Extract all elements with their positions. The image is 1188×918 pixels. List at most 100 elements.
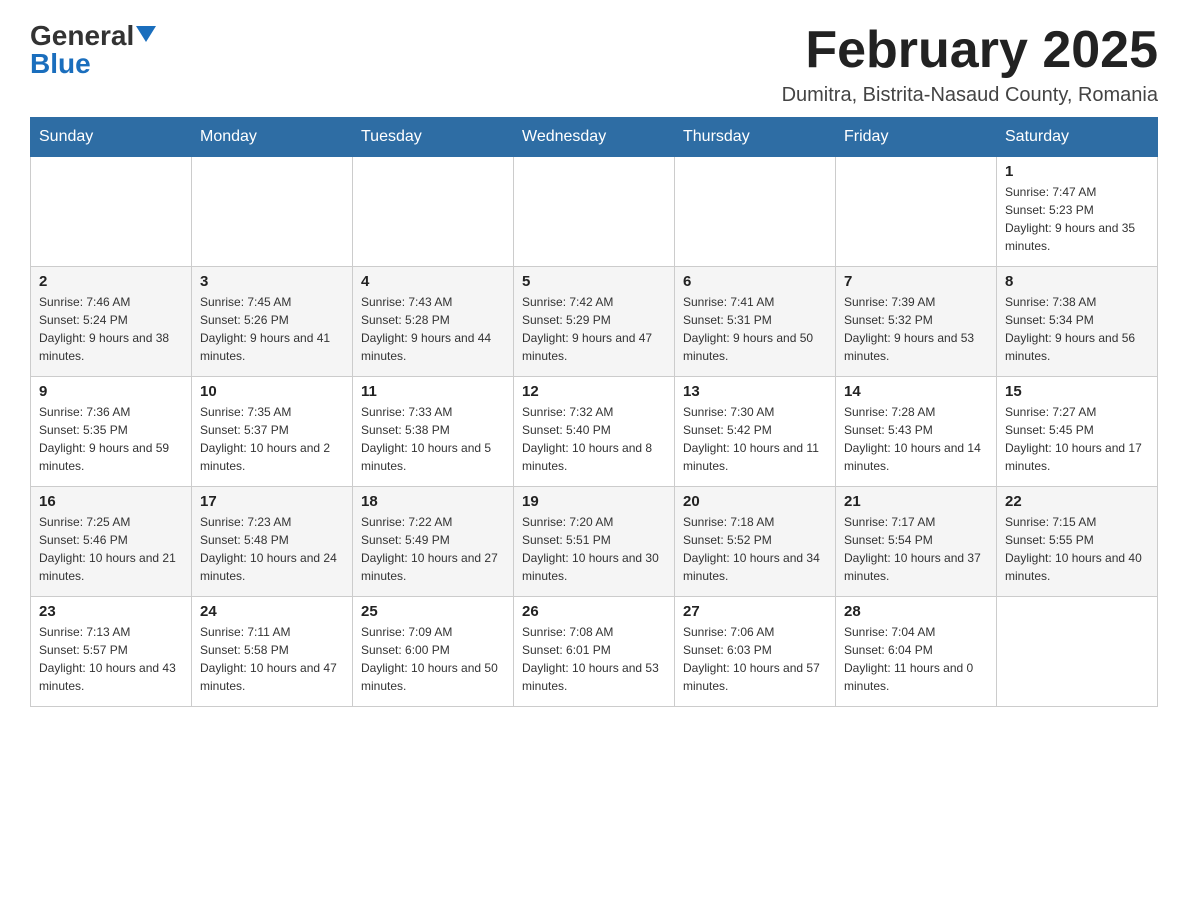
calendar-header-monday: Monday — [192, 118, 353, 157]
day-number: 8 — [1005, 273, 1149, 290]
day-info: Sunrise: 7:32 AM Sunset: 5:40 PM Dayligh… — [522, 403, 666, 475]
day-info: Sunrise: 7:30 AM Sunset: 5:42 PM Dayligh… — [683, 403, 827, 475]
calendar-cell: 16Sunrise: 7:25 AM Sunset: 5:46 PM Dayli… — [31, 487, 192, 597]
calendar-cell: 4 Sunrise: 7:43 AM Sunset: 5:28 PM Daylig… — [353, 267, 514, 377]
day-number: 3 — [200, 273, 344, 290]
day-info: Sunrise: 7:22 AM Sunset: 5:49 PM Dayligh… — [361, 513, 505, 585]
calendar-cell: 3 Sunrise: 7:45 AM Sunset: 5:26 PM Daylig… — [192, 267, 353, 377]
day-info: Sunrise: 7:17 AM Sunset: 5:54 PM Dayligh… — [844, 513, 988, 585]
logo: General Blue — [30, 20, 156, 80]
day-info: Sunrise: 7:42 AM Sunset: 5:29 PM Dayligh… — [522, 293, 666, 365]
day-number: 22 — [1005, 493, 1149, 510]
calendar-week-row: 16Sunrise: 7:25 AM Sunset: 5:46 PM Dayli… — [31, 487, 1158, 597]
day-info: Sunrise: 7:43 AM Sunset: 5:28 PM Dayligh… — [361, 293, 505, 365]
day-number: 26 — [522, 603, 666, 620]
calendar-week-row: 2 Sunrise: 7:46 AM Sunset: 5:24 PM Daylig… — [31, 267, 1158, 377]
calendar-header-sunday: Sunday — [31, 118, 192, 157]
day-number: 10 — [200, 383, 344, 400]
day-number: 6 — [683, 273, 827, 290]
calendar-cell: 25 Sunrise: 7:09 AM Sunset: 6:00 PM Dayli… — [353, 597, 514, 707]
day-info: Sunrise: 7:27 AM Sunset: 5:45 PM Dayligh… — [1005, 403, 1149, 475]
day-number: 20 — [683, 493, 827, 510]
calendar-week-row: 23Sunrise: 7:13 AM Sunset: 5:57 PM Dayli… — [31, 597, 1158, 707]
calendar-cell: 10 Sunrise: 7:35 AM Sunset: 5:37 PM Dayli… — [192, 377, 353, 487]
day-info: Sunrise: 7:06 AM Sunset: 6:03 PM Dayligh… — [683, 623, 827, 695]
day-info: Sunrise: 7:11 AM Sunset: 5:58 PM Dayligh… — [200, 623, 344, 695]
day-number: 12 — [522, 383, 666, 400]
calendar-cell: 26 Sunrise: 7:08 AM Sunset: 6:01 PM Dayli… — [514, 597, 675, 707]
day-info: Sunrise: 7:13 AM Sunset: 5:57 PM Dayligh… — [39, 623, 183, 695]
logo-triangle-icon — [136, 26, 156, 42]
day-info: Sunrise: 7:08 AM Sunset: 6:01 PM Dayligh… — [522, 623, 666, 695]
location-subtitle: Dumitra, Bistrita-Nasaud County, Romania — [782, 84, 1158, 107]
calendar-header-row: SundayMondayTuesdayWednesdayThursdayFrid… — [31, 118, 1158, 157]
calendar-cell: 9Sunrise: 7:36 AM Sunset: 5:35 PM Daylig… — [31, 377, 192, 487]
calendar-cell: 6 Sunrise: 7:41 AM Sunset: 5:31 PM Daylig… — [675, 267, 836, 377]
calendar-cell — [192, 157, 353, 267]
calendar-cell — [514, 157, 675, 267]
day-number: 11 — [361, 383, 505, 400]
day-number: 21 — [844, 493, 988, 510]
day-info: Sunrise: 7:47 AM Sunset: 5:23 PM Dayligh… — [1005, 183, 1149, 255]
calendar-cell: 18 Sunrise: 7:22 AM Sunset: 5:49 PM Dayli… — [353, 487, 514, 597]
calendar-cell — [836, 157, 997, 267]
day-number: 9 — [39, 383, 183, 400]
day-info: Sunrise: 7:35 AM Sunset: 5:37 PM Dayligh… — [200, 403, 344, 475]
day-info: Sunrise: 7:28 AM Sunset: 5:43 PM Dayligh… — [844, 403, 988, 475]
calendar-header-thursday: Thursday — [675, 118, 836, 157]
day-info: Sunrise: 7:09 AM Sunset: 6:00 PM Dayligh… — [361, 623, 505, 695]
day-info: Sunrise: 7:45 AM Sunset: 5:26 PM Dayligh… — [200, 293, 344, 365]
day-number: 24 — [200, 603, 344, 620]
page-header: General Blue February 2025 Dumitra, Bist… — [30, 20, 1158, 107]
calendar-cell — [31, 157, 192, 267]
day-info: Sunrise: 7:15 AM Sunset: 5:55 PM Dayligh… — [1005, 513, 1149, 585]
calendar-cell: 27Sunrise: 7:06 AM Sunset: 6:03 PM Dayli… — [675, 597, 836, 707]
calendar-cell: 20Sunrise: 7:18 AM Sunset: 5:52 PM Dayli… — [675, 487, 836, 597]
day-number: 13 — [683, 383, 827, 400]
day-number: 14 — [844, 383, 988, 400]
calendar-cell — [353, 157, 514, 267]
day-number: 7 — [844, 273, 988, 290]
day-number: 18 — [361, 493, 505, 510]
calendar-table: SundayMondayTuesdayWednesdayThursdayFrid… — [30, 117, 1158, 707]
calendar-cell: 23Sunrise: 7:13 AM Sunset: 5:57 PM Dayli… — [31, 597, 192, 707]
calendar-cell — [675, 157, 836, 267]
day-number: 5 — [522, 273, 666, 290]
day-info: Sunrise: 7:20 AM Sunset: 5:51 PM Dayligh… — [522, 513, 666, 585]
day-info: Sunrise: 7:33 AM Sunset: 5:38 PM Dayligh… — [361, 403, 505, 475]
day-info: Sunrise: 7:41 AM Sunset: 5:31 PM Dayligh… — [683, 293, 827, 365]
day-number: 25 — [361, 603, 505, 620]
day-number: 19 — [522, 493, 666, 510]
calendar-cell: 21 Sunrise: 7:17 AM Sunset: 5:54 PM Dayli… — [836, 487, 997, 597]
logo-blue-text: Blue — [30, 48, 91, 79]
day-info: Sunrise: 7:04 AM Sunset: 6:04 PM Dayligh… — [844, 623, 988, 695]
calendar-header-tuesday: Tuesday — [353, 118, 514, 157]
day-info: Sunrise: 7:39 AM Sunset: 5:32 PM Dayligh… — [844, 293, 988, 365]
calendar-cell — [997, 597, 1158, 707]
calendar-header-saturday: Saturday — [997, 118, 1158, 157]
day-number: 4 — [361, 273, 505, 290]
calendar-cell: 24 Sunrise: 7:11 AM Sunset: 5:58 PM Dayli… — [192, 597, 353, 707]
day-number: 16 — [39, 493, 183, 510]
day-info: Sunrise: 7:23 AM Sunset: 5:48 PM Dayligh… — [200, 513, 344, 585]
calendar-cell: 14 Sunrise: 7:28 AM Sunset: 5:43 PM Dayli… — [836, 377, 997, 487]
day-info: Sunrise: 7:38 AM Sunset: 5:34 PM Dayligh… — [1005, 293, 1149, 365]
calendar-header-friday: Friday — [836, 118, 997, 157]
calendar-cell: 8 Sunrise: 7:38 AM Sunset: 5:34 PM Daylig… — [997, 267, 1158, 377]
day-info: Sunrise: 7:46 AM Sunset: 5:24 PM Dayligh… — [39, 293, 183, 365]
calendar-header-wednesday: Wednesday — [514, 118, 675, 157]
calendar-cell: 17 Sunrise: 7:23 AM Sunset: 5:48 PM Dayli… — [192, 487, 353, 597]
calendar-cell: 15Sunrise: 7:27 AM Sunset: 5:45 PM Dayli… — [997, 377, 1158, 487]
calendar-week-row: 9Sunrise: 7:36 AM Sunset: 5:35 PM Daylig… — [31, 377, 1158, 487]
calendar-week-row: 1 Sunrise: 7:47 AM Sunset: 5:23 PM Daylig… — [31, 157, 1158, 267]
day-number: 1 — [1005, 163, 1149, 180]
calendar-cell: 13 Sunrise: 7:30 AM Sunset: 5:42 PM Dayli… — [675, 377, 836, 487]
day-number: 17 — [200, 493, 344, 510]
calendar-cell: 5 Sunrise: 7:42 AM Sunset: 5:29 PM Daylig… — [514, 267, 675, 377]
calendar-cell: 22 Sunrise: 7:15 AM Sunset: 5:55 PM Dayli… — [997, 487, 1158, 597]
calendar-cell: 12 Sunrise: 7:32 AM Sunset: 5:40 PM Dayli… — [514, 377, 675, 487]
calendar-cell: 1 Sunrise: 7:47 AM Sunset: 5:23 PM Daylig… — [997, 157, 1158, 267]
day-number: 2 — [39, 273, 183, 290]
title-area: February 2025 Dumitra, Bistrita-Nasaud C… — [782, 20, 1158, 107]
calendar-cell: 28Sunrise: 7:04 AM Sunset: 6:04 PM Dayli… — [836, 597, 997, 707]
